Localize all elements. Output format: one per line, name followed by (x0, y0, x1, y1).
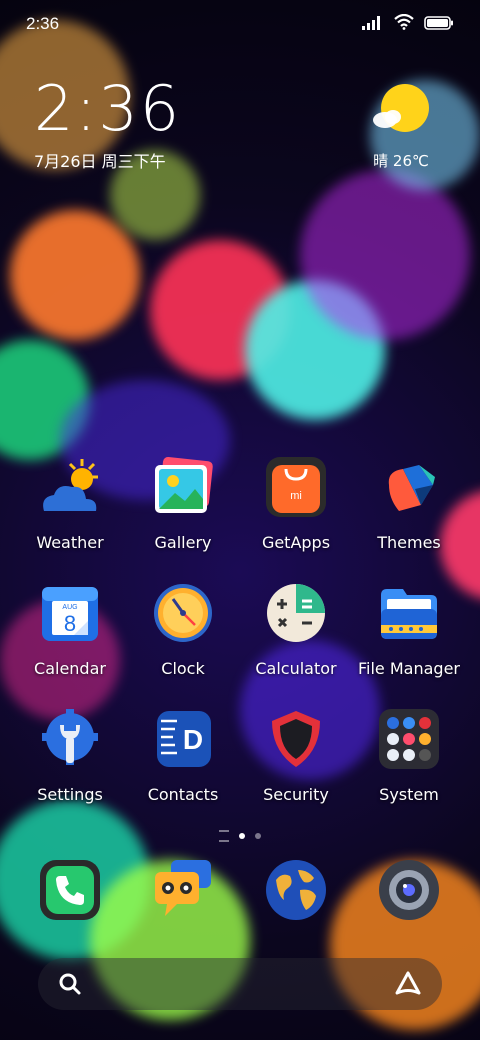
camera-icon (377, 858, 441, 922)
app-label: Settings (37, 785, 103, 804)
calendar-day: 8 (64, 611, 76, 636)
app-label: System (379, 785, 439, 804)
dock-messaging[interactable] (123, 858, 243, 922)
app-label: GetApps (261, 533, 331, 552)
svg-text:mi: mi (290, 490, 302, 502)
dock-camera[interactable] (349, 858, 469, 922)
page-indicator[interactable] (0, 830, 480, 842)
security-icon (264, 707, 328, 771)
contacts-icon: D (151, 707, 215, 771)
app-label: Weather (36, 533, 104, 552)
status-bar: 2:36 (0, 0, 480, 48)
battery-icon (424, 15, 454, 34)
app-security[interactable]: Security (236, 707, 356, 804)
phone-icon (38, 858, 102, 922)
app-themes[interactable]: Themes (349, 455, 469, 552)
app-getapps[interactable]: mi GetApps (236, 455, 356, 552)
assistant-icon[interactable] (394, 970, 422, 1002)
page-dot (255, 833, 261, 839)
app-calculator[interactable]: Calculator (236, 581, 356, 678)
gallery-icon (151, 455, 215, 519)
app-label: Security (263, 785, 329, 804)
app-label: Themes (377, 533, 441, 552)
calendar-month: AUG (62, 604, 77, 611)
widget-time: 2:36 (34, 72, 182, 145)
svg-text:D: D (183, 724, 203, 755)
app-label: Calculator (255, 659, 337, 678)
partly-sunny-icon (371, 84, 431, 140)
calculator-icon (264, 581, 328, 645)
signal-icon (362, 15, 384, 34)
app-label: File Manager (358, 659, 460, 678)
settings-icon (38, 707, 102, 771)
file-manager-icon (377, 581, 441, 645)
app-clock[interactable]: Clock (123, 581, 243, 678)
dock-browser[interactable] (236, 858, 356, 922)
home-list-icon (219, 830, 229, 842)
themes-icon (377, 455, 441, 519)
status-icons (362, 13, 454, 34)
search-icon[interactable] (58, 972, 82, 1000)
app-gallery[interactable]: Gallery (123, 455, 243, 552)
clock-widget[interactable]: 2:36 7月26日 周三下午 (34, 78, 181, 172)
app-system-folder[interactable]: System (349, 707, 469, 804)
weather-icon (38, 455, 102, 519)
messaging-icon (151, 858, 215, 922)
app-label: Calendar (34, 659, 106, 678)
dock (0, 858, 480, 922)
system-folder-icon (377, 707, 441, 771)
calendar-icon: AUG 8 (38, 581, 102, 645)
search-bar[interactable] (38, 958, 442, 1010)
weather-widget[interactable]: 晴 26℃ (356, 84, 446, 171)
browser-globe-icon (264, 858, 328, 922)
app-label: Clock (161, 659, 205, 678)
dock-phone[interactable] (10, 858, 130, 922)
widget-date: 7月26日 周三下午 (34, 152, 166, 171)
app-label: Gallery (154, 533, 212, 552)
weather-text: 晴 26℃ (373, 152, 429, 170)
app-file-manager[interactable]: File Manager (349, 581, 469, 678)
status-time: 2:36 (26, 14, 60, 33)
app-settings[interactable]: Settings (10, 707, 130, 804)
app-weather[interactable]: Weather (10, 455, 130, 552)
page-dot-active (239, 833, 245, 839)
app-label: Contacts (147, 785, 219, 804)
getapps-icon: mi (264, 455, 328, 519)
wifi-icon (394, 13, 414, 34)
clock-icon (151, 581, 215, 645)
app-contacts[interactable]: D Contacts (123, 707, 243, 804)
app-calendar[interactable]: AUG 8 Calendar (10, 581, 130, 678)
